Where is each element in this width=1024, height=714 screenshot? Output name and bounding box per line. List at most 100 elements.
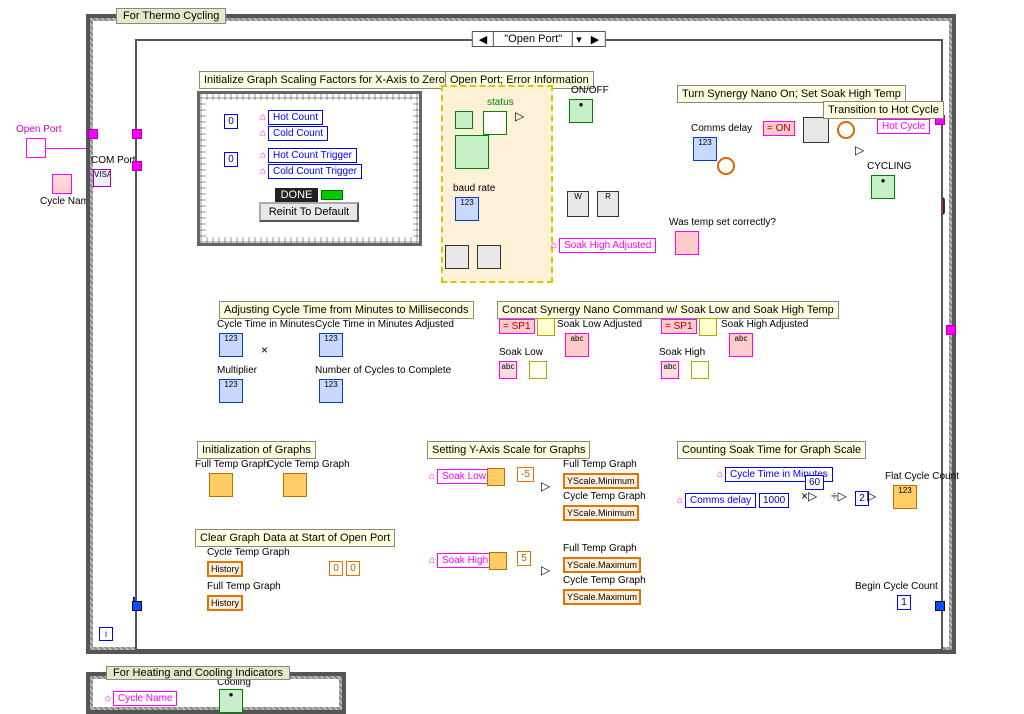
hot-cycle-const: Hot Cycle: [877, 119, 930, 134]
onoff-label: ON/OFF: [571, 85, 609, 96]
house-icon: ⌂: [258, 150, 268, 161]
begin-count-one: 1: [897, 595, 911, 610]
sp1-const-b: = SP1: [661, 319, 697, 334]
history-prop-a[interactable]: History: [207, 561, 243, 577]
visa-w-icon[interactable]: W: [567, 191, 589, 217]
flat-count-node[interactable]: 123: [893, 485, 917, 509]
house-icon: ⌂: [258, 166, 268, 177]
low-adj-label: Soak Low Adjusted: [557, 319, 642, 330]
format-node-a: [529, 361, 547, 379]
zero-b: 0: [346, 561, 360, 576]
num-cycles-label: Number of Cycles to Complete: [315, 365, 451, 376]
add-icon-b: ▷: [541, 563, 550, 577]
const-1000: 1000: [759, 493, 789, 508]
visa-r-icon[interactable]: R: [597, 191, 619, 217]
flat-count-label: Flat Cycle Count: [885, 471, 959, 482]
case-next-icon[interactable]: ▶: [585, 33, 605, 46]
house-icon: ⌂: [427, 555, 437, 566]
house-icon: ⌂: [103, 693, 113, 704]
cycle-graph-label-2: Cycle Temp Graph: [563, 491, 646, 502]
onoff-led-icon[interactable]: ●: [569, 99, 593, 123]
open-port-terminal[interactable]: [26, 138, 46, 158]
local-soak-low[interactable]: Soak Low: [437, 469, 491, 484]
full-graph-label-3: Full Temp Graph: [563, 543, 637, 554]
prop-yscale-max-b[interactable]: YScale.Maximum: [563, 589, 641, 605]
comms-delay-node[interactable]: 123: [693, 137, 717, 161]
soak-high-label: Soak High: [659, 347, 705, 358]
init-graph-title: Initialize Graph Scaling Factors for X-A…: [199, 71, 450, 89]
high-adj-node[interactable]: abc: [729, 333, 753, 357]
transition-title: Transition to Hot Cycle: [823, 101, 944, 119]
low-adj-node[interactable]: abc: [565, 333, 589, 357]
cycle-name-terminal[interactable]: [52, 174, 72, 194]
visa-config-icon[interactable]: [455, 135, 489, 169]
full-graph-icon[interactable]: [209, 473, 233, 497]
case-structure: ◀ "Open Port" ▾ ▶ Initialize Graph Scali…: [135, 39, 943, 651]
local-soak-high-adj[interactable]: Soak High Adjusted: [559, 238, 656, 253]
case-selector[interactable]: ◀ "Open Port" ▾ ▶: [472, 31, 606, 47]
num-cycles-node[interactable]: 123: [319, 379, 343, 403]
soak-low-node[interactable]: abc: [499, 361, 517, 379]
not-icon: ▷: [515, 109, 524, 123]
sp1-const-a: = SP1: [499, 319, 535, 334]
case-dropdown-icon[interactable]: ▾: [573, 33, 585, 46]
case-prev-icon[interactable]: ◀: [473, 33, 493, 46]
visa-resource-icon[interactable]: VISA: [93, 169, 111, 187]
local-hot-count[interactable]: Hot Count: [268, 110, 323, 125]
local-cold-trigger[interactable]: Cold Count Trigger: [268, 164, 362, 179]
visa-write-icon[interactable]: [445, 245, 469, 269]
begin-count-label: Begin Cycle Count: [855, 581, 938, 592]
add-icon-a: ▷: [541, 479, 550, 493]
cycle-graph-label: Cycle Temp Graph: [267, 459, 350, 470]
full-graph-label-2: Full Temp Graph: [563, 459, 637, 470]
cycling-led-icon[interactable]: ●: [871, 175, 895, 199]
was-set-indicator[interactable]: [675, 231, 699, 255]
baud-constant-icon[interactable]: 123: [455, 197, 479, 221]
neg5-const: -5: [517, 467, 534, 482]
select-icon: ▷: [855, 143, 864, 157]
zero-a: 0: [329, 561, 343, 576]
unbundle-icon: [483, 111, 507, 135]
local-comms[interactable]: Comms delay: [685, 493, 756, 508]
case-tunnel-right-blue: [935, 601, 945, 611]
reinit-button[interactable]: Reinit To Default: [259, 202, 360, 222]
baud-label: baud rate: [453, 183, 495, 194]
mult-icon-a: ×▷: [801, 489, 817, 503]
count-soak-title: Counting Soak Time for Graph Scale: [677, 441, 866, 459]
toorange-node-a: [487, 468, 505, 486]
multiplier-node[interactable]: 123: [219, 379, 243, 403]
house-icon: ⌂: [427, 471, 437, 482]
local-soak-high[interactable]: Soak High: [437, 553, 493, 568]
house-icon: ⌂: [258, 112, 268, 123]
on-string-const: = ON: [763, 121, 795, 136]
cooling-led-icon[interactable]: ●: [219, 689, 243, 713]
visa-read-icon[interactable]: [477, 245, 501, 269]
cycle-name-local[interactable]: Cycle Name: [113, 691, 177, 706]
mult-icon-b: ▷: [867, 489, 876, 503]
concat-node-a: [537, 318, 555, 336]
done-label: DONE: [275, 188, 319, 202]
cycle-min-out-node[interactable]: 123: [319, 333, 343, 357]
local-cold-count[interactable]: Cold Count: [268, 126, 328, 141]
cycle-graph-icon[interactable]: [283, 473, 307, 497]
toorange-node-b: [489, 552, 507, 570]
tunnel-open-port: [88, 129, 98, 139]
prop-yscale-max-a[interactable]: YScale.Maximum: [563, 557, 641, 573]
sect2-title: For Heating and Cooling Indicators: [106, 666, 290, 680]
prop-yscale-min-b[interactable]: YScale.Minimum: [563, 505, 639, 521]
tunnel-right-pink: [946, 325, 956, 335]
prop-yscale-min-a[interactable]: YScale.Minimum: [563, 473, 639, 489]
const-60: 60: [805, 475, 824, 490]
done-led-icon: [321, 190, 343, 200]
loop-title: For Thermo Cycling: [116, 8, 226, 24]
house-icon: ⌂: [549, 240, 559, 251]
soak-high-node[interactable]: abc: [661, 361, 679, 379]
cycle-min-node[interactable]: 123: [219, 333, 243, 357]
flat-sequence-frame: 0 ⌂Hot Count ⌂Cold Count 0 ⌂Hot Count Tr…: [197, 91, 422, 246]
multiply-icon: ×: [261, 343, 268, 357]
local-hot-trigger[interactable]: Hot Count Trigger: [268, 148, 357, 163]
error-cluster-icon[interactable]: [455, 111, 473, 129]
visa-write-subvi-icon[interactable]: [803, 117, 829, 143]
case-tunnel-b: [132, 161, 142, 171]
history-prop-b[interactable]: History: [207, 595, 243, 611]
